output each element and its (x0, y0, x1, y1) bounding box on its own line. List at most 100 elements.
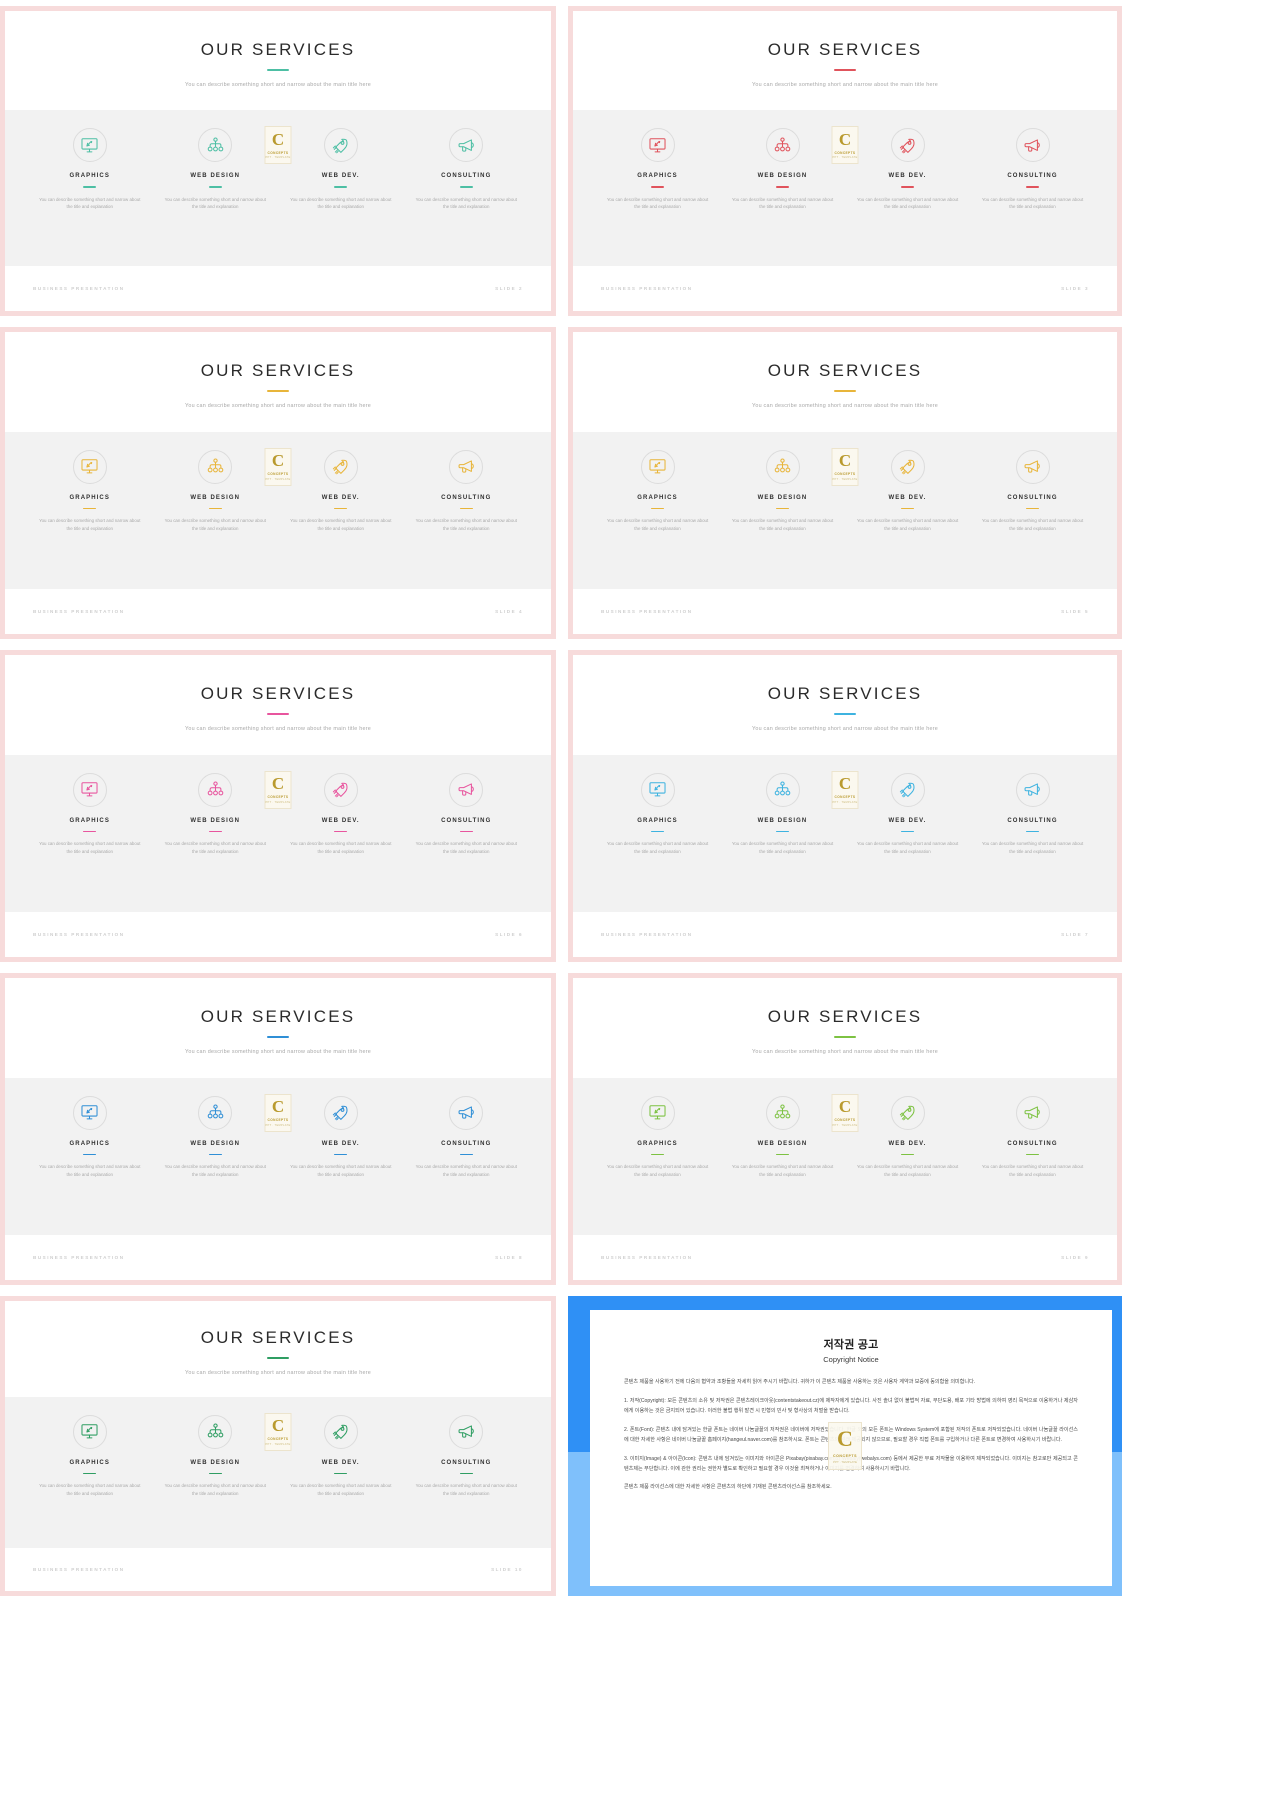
service-card[interactable]: WEB DEV. You can describe something short… (286, 128, 396, 211)
service-card[interactable]: WEB DESIGN You can describe something sho… (160, 1414, 270, 1498)
watermark-logo: C CONCEPTS PPT · TEMPLATE (831, 447, 859, 486)
service-card[interactable]: CONSULTING You can describe something sho… (411, 772, 521, 856)
watermark-logo: C CONCEPTS PPT · TEMPLATE (264, 126, 292, 164)
slide-thumbnail-cell[interactable]: OUR SERVICES You can describe something … (568, 6, 1122, 316)
service-card[interactable]: GRAPHICS You can describe something short… (603, 772, 713, 856)
megaphone-icon (449, 128, 484, 162)
service-card[interactable]: WEB DESIGN You can describe something sho… (728, 772, 838, 856)
footer-slide-number: SLIDE 2 (495, 286, 523, 291)
service-card[interactable]: WEB DEV. You can describe something short… (286, 1414, 396, 1498)
service-card[interactable]: CONSULTING You can describe something sho… (978, 1095, 1088, 1179)
service-card-accent-rule (208, 830, 222, 833)
service-card-title: GRAPHICS (637, 1140, 678, 1147)
slide-thumbnail[interactable]: OUR SERVICES You can describe something … (568, 650, 1122, 962)
slide-thumbnail[interactable]: OUR SERVICES You can describe something … (568, 6, 1122, 316)
slide-thumbnail[interactable]: OUR SERVICES You can describe something … (0, 327, 556, 639)
watermark-line1: CONCEPTS (834, 1118, 856, 1123)
service-card-accent-rule (83, 186, 97, 188)
services-row: GRAPHICS You can describe something short… (5, 110, 551, 266)
service-card-accent-rule (776, 830, 789, 833)
service-card-accent-rule (334, 830, 348, 833)
service-card-description: You can describe something short and nar… (415, 841, 517, 854)
footer-slide-number: SLIDE 6 (495, 931, 523, 937)
service-card[interactable]: GRAPHICS You can describe something short… (35, 772, 145, 856)
slide-thumbnail-cell[interactable]: OUR SERVICES You can describe something … (568, 650, 1122, 962)
service-card[interactable]: GRAPHICS You can describe something short… (603, 449, 713, 533)
service-card[interactable]: WEB DEV. You can describe something short… (286, 1095, 396, 1179)
service-card[interactable]: WEB DEV. You can describe something short… (286, 772, 396, 856)
watermark-logo: C CONCEPTS PPT · TEMPLATE (264, 1412, 292, 1451)
service-card[interactable]: WEB DEV. You can describe something short… (853, 128, 963, 211)
slide-thumbnail-cell[interactable]: OUR SERVICES You can describe something … (0, 650, 556, 962)
slide-thumbnail[interactable]: OUR SERVICES You can describe something … (0, 6, 556, 316)
slide-thumbnail[interactable]: OUR SERVICES You can describe something … (0, 650, 556, 962)
slide-thumbnail[interactable]: OUR SERVICES You can describe something … (568, 327, 1122, 639)
slide-header: OUR SERVICES You can describe something … (5, 332, 551, 432)
service-card[interactable]: CONSULTING You can describe something sho… (411, 1414, 521, 1498)
service-card-title: WEB DEV. (321, 817, 360, 824)
services-row: GRAPHICS You can describe something short… (573, 754, 1117, 912)
slide-thumbnail-cell[interactable]: OUR SERVICES You can describe something … (0, 327, 556, 639)
slide-thumbnail[interactable]: OUR SERVICES You can describe something … (0, 1296, 556, 1596)
service-card[interactable]: CONSULTING You can describe something sho… (411, 1095, 521, 1179)
service-card[interactable]: CONSULTING You can describe something sho… (978, 128, 1088, 211)
services-row: GRAPHICS You can describe something short… (573, 1077, 1117, 1235)
service-card[interactable]: WEB DEV. You can describe something short… (853, 449, 963, 533)
service-card-accent-rule (208, 186, 222, 188)
service-card[interactable]: GRAPHICS You can describe something short… (35, 1414, 145, 1498)
service-card[interactable]: CONSULTING You can describe something sho… (978, 449, 1088, 533)
slide-thumbnail-cell[interactable]: OUR SERVICES You can describe something … (0, 6, 556, 316)
watermark-logo: C CONCEPTS PPT · TEMPLATE (828, 1422, 862, 1470)
megaphone-icon (1015, 1095, 1050, 1130)
slide-thumbnail[interactable]: OUR SERVICES You can describe something … (568, 973, 1122, 1285)
copyright-notice-cell[interactable]: 저작권 공고 Copyright Notice 콘텐츠 제품을 사용하기 전에 다음… (568, 1296, 1122, 1596)
service-card[interactable]: GRAPHICS You can describe something short… (35, 128, 145, 211)
service-card[interactable]: WEB DESIGN You can describe something sho… (160, 772, 270, 856)
service-card[interactable]: GRAPHICS You can describe something short… (603, 128, 713, 211)
service-card[interactable]: GRAPHICS You can describe something short… (603, 1095, 713, 1179)
service-card-accent-rule (1026, 830, 1039, 833)
copyright-paragraph: 콘텐츠 제품을 사용하기 전에 다음의 협약과 조항들을 자세히 읽어 주시기 … (624, 1379, 976, 1385)
slide-title: OUR SERVICES (767, 683, 923, 703)
slide-thumbnail-cell[interactable]: OUR SERVICES You can describe something … (568, 973, 1122, 1285)
slide-subtitle: You can describe something short and nar… (184, 81, 372, 88)
service-card[interactable]: WEB DESIGN You can describe something sho… (160, 1095, 270, 1179)
service-card[interactable]: GRAPHICS You can describe something short… (35, 1095, 145, 1179)
slide-thumbnail[interactable]: OUR SERVICES You can describe something … (0, 973, 556, 1285)
watermark-line2: PPT · TEMPLATE (832, 156, 858, 160)
copyright-title: 저작권 공고 (823, 1339, 879, 1351)
copyright-notice-panel: 저작권 공고 Copyright Notice 콘텐츠 제품을 사용하기 전에 다음… (568, 1296, 1122, 1596)
footer-left-label: BUSINESS PRESENTATION (601, 286, 693, 291)
service-card[interactable]: WEB DEV. You can describe something short… (286, 449, 396, 533)
service-card[interactable]: WEB DESIGN You can describe something sho… (160, 128, 270, 211)
service-card[interactable]: WEB DESIGN You can describe something sho… (160, 449, 270, 533)
service-card[interactable]: CONSULTING You can describe something sho… (411, 449, 521, 533)
service-card-accent-rule (334, 1472, 348, 1475)
service-card-accent-rule (901, 830, 914, 833)
service-card-title: CONSULTING (441, 1140, 492, 1147)
service-card[interactable]: WEB DESIGN You can describe something sho… (728, 128, 838, 211)
slide-header: OUR SERVICES You can describe something … (5, 11, 551, 110)
slide-thumbnail-cell[interactable]: OUR SERVICES You can describe something … (568, 327, 1122, 639)
service-card[interactable]: WEB DESIGN You can describe something sho… (728, 1095, 838, 1179)
service-card[interactable]: CONSULTING You can describe something sho… (978, 772, 1088, 856)
service-card[interactable]: WEB DEV. You can describe something short… (853, 772, 963, 856)
slide-title: OUR SERVICES (767, 1006, 923, 1026)
service-card-accent-rule (1026, 186, 1039, 188)
service-card[interactable]: WEB DESIGN You can describe something sho… (728, 449, 838, 533)
watermark-line1: CONCEPTS (267, 795, 289, 800)
rocket-icon (323, 1095, 358, 1130)
slide-thumbnail-cell[interactable]: OUR SERVICES You can describe something … (0, 973, 556, 1285)
slide-subtitle: You can describe something short and nar… (751, 402, 939, 409)
slide-title: OUR SERVICES (200, 683, 356, 703)
service-card[interactable]: GRAPHICS You can describe something short… (35, 449, 145, 533)
service-card-description: You can describe something short and nar… (856, 196, 959, 210)
watermark-letter: C (837, 1426, 853, 1451)
footer-left-label: BUSINESS PRESENTATION (601, 931, 693, 937)
service-card[interactable]: WEB DEV. You can describe something short… (853, 1095, 963, 1179)
service-card[interactable]: CONSULTING You can describe something sho… (411, 128, 521, 211)
slide-thumbnail-cell[interactable]: OUR SERVICES You can describe something … (0, 1296, 556, 1596)
watermark-line2: PPT · TEMPLATE (265, 477, 291, 481)
watermark-letter: C (271, 1097, 285, 1117)
service-card-title: CONSULTING (441, 817, 492, 824)
